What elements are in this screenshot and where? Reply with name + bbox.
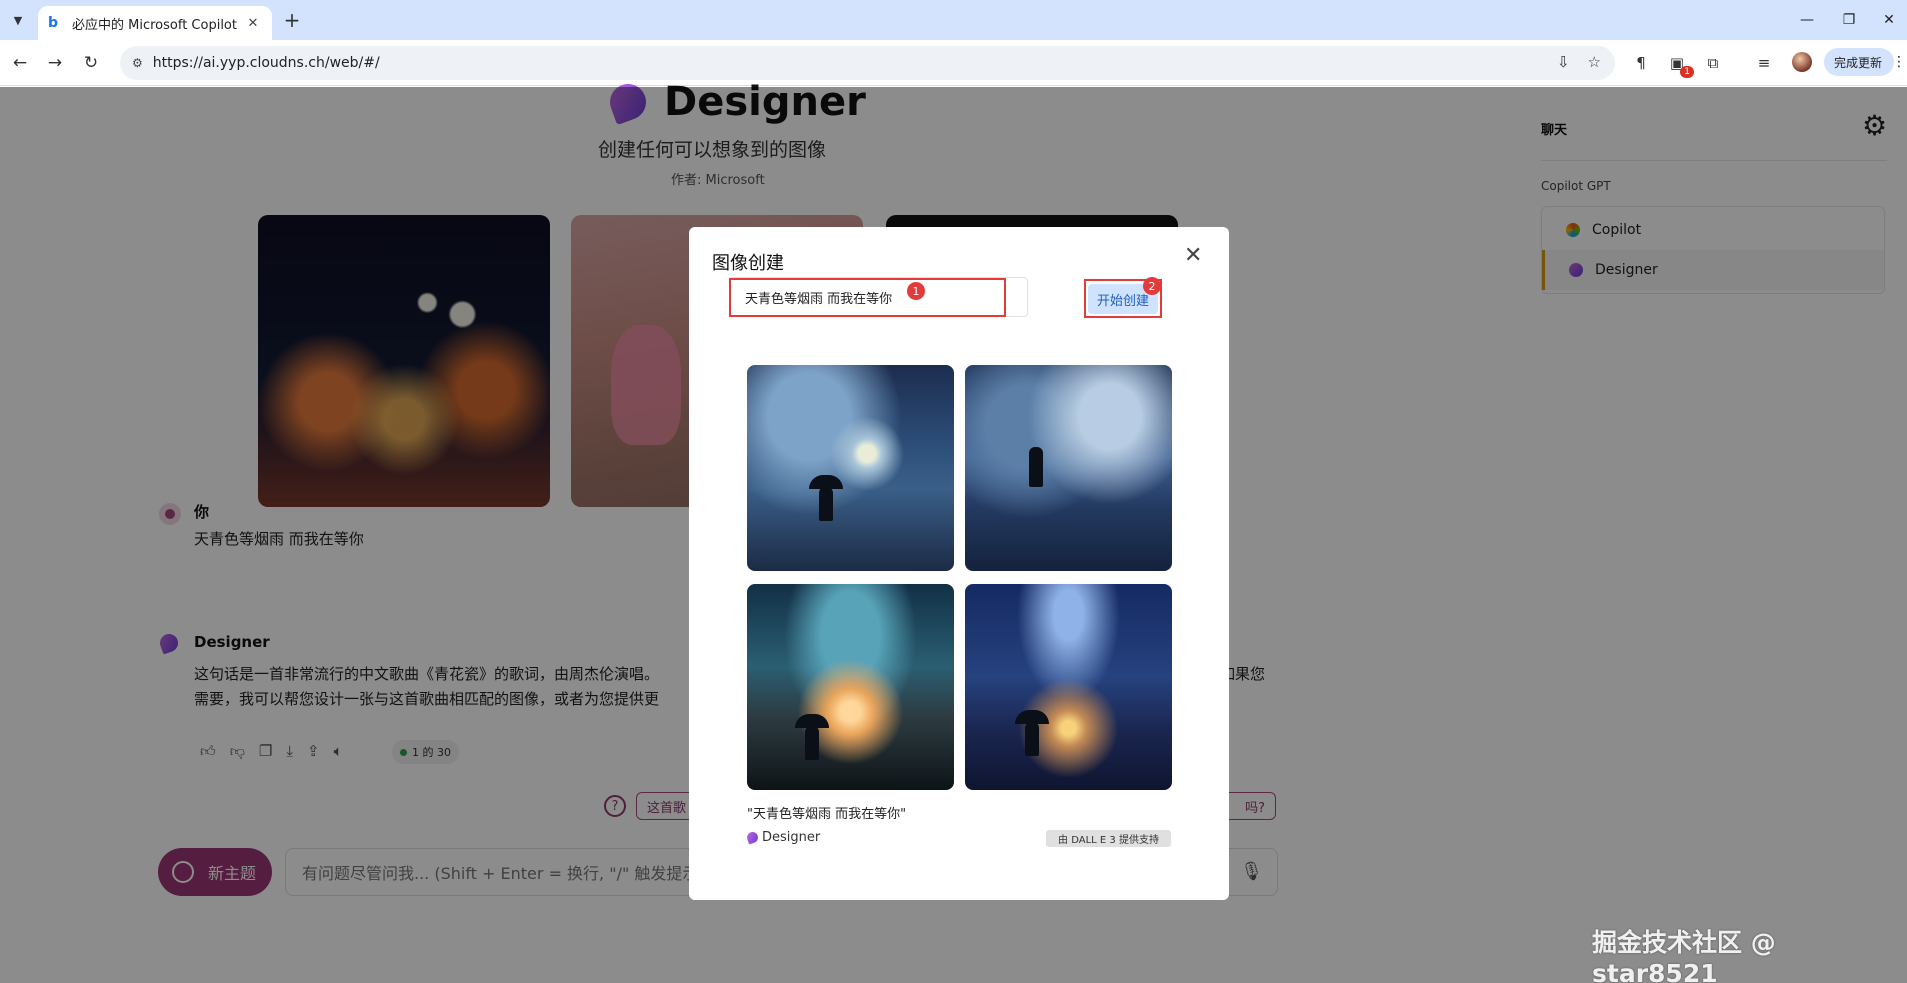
url-text: https://ai.yyp.cloudns.ch/web/#/ [152, 55, 380, 71]
bookmark-star-icon[interactable]: ☆ [1588, 53, 1601, 71]
forward-icon[interactable]: → [43, 51, 67, 75]
tab-search-chevron-icon[interactable]: ▼ [6, 8, 30, 32]
reading-list-icon[interactable]: ≡ [1753, 52, 1775, 74]
image-caption: "天青色等烟雨 而我在等你" [747, 807, 907, 822]
figure-shape [1025, 722, 1039, 756]
browser-tab-strip: ▼ b 必应中的 Microsoft Copilot ✕ + — ❐ ✕ [0, 0, 1907, 40]
step-badge-2: 2 [1143, 277, 1161, 295]
minimize-icon[interactable]: — [1784, 0, 1830, 40]
designer-credit-label: Designer [762, 830, 821, 845]
powered-by-badge: 由 DALL E 3 提供支持 [1046, 830, 1171, 847]
watermark-text: 掘金技术社区 @ star8521 [1592, 928, 1776, 983]
figure-shape [1029, 447, 1043, 487]
window-close-icon[interactable]: ✕ [1866, 0, 1907, 40]
designer-credit: Designer [745, 830, 821, 845]
figure-shape [819, 487, 833, 521]
address-bar[interactable]: ⚙ https://ai.yyp.cloudns.ch/web/#/ ⇩ ☆ [120, 46, 1615, 80]
generated-image-1[interactable] [747, 365, 954, 571]
tab-title: 必应中的 Microsoft Copilot [72, 17, 237, 33]
install-app-icon[interactable]: ⇩ [1557, 53, 1570, 71]
designer-mini-logo-icon [745, 830, 760, 845]
highlight-frame-1 [729, 278, 1006, 317]
generated-image-3[interactable] [747, 584, 954, 790]
reload-icon[interactable]: ↻ [79, 51, 103, 75]
update-button[interactable]: 完成更新 ⋮ [1824, 48, 1906, 76]
update-label: 完成更新 [1834, 55, 1883, 70]
dialog-close-icon[interactable]: ✕ [1184, 243, 1202, 268]
dialog-title: 图像创建 [712, 253, 784, 274]
extension-translate-icon[interactable]: ¶ [1630, 52, 1652, 74]
extension-notify-icon[interactable]: ▣ 1 [1666, 52, 1694, 78]
extensions-puzzle-icon[interactable]: ⧉ [1702, 52, 1724, 74]
browser-tab[interactable]: b 必应中的 Microsoft Copilot ✕ [38, 6, 272, 40]
generated-image-2[interactable] [965, 365, 1172, 571]
tab-close-icon[interactable]: ✕ [244, 14, 262, 32]
step-badge-1: 1 [907, 282, 925, 300]
profile-avatar[interactable] [1792, 52, 1812, 72]
browser-toolbar: ← → ↻ ⚙ https://ai.yyp.cloudns.ch/web/#/… [0, 40, 1907, 86]
browser-menu-icon[interactable]: ⋮ [1892, 54, 1906, 70]
new-tab-icon[interactable]: + [280, 8, 304, 32]
bing-favicon-icon: b [48, 15, 59, 31]
figure-shape [805, 726, 819, 760]
image-creation-dialog: 图像创建 ✕ 天青色等烟雨 而我在等你 开始创建 1 2 "天青色等烟雨 而我在… [689, 227, 1229, 900]
generated-image-4[interactable] [965, 584, 1172, 790]
back-icon[interactable]: ← [8, 51, 32, 75]
site-info-icon[interactable]: ⚙ [132, 56, 143, 70]
